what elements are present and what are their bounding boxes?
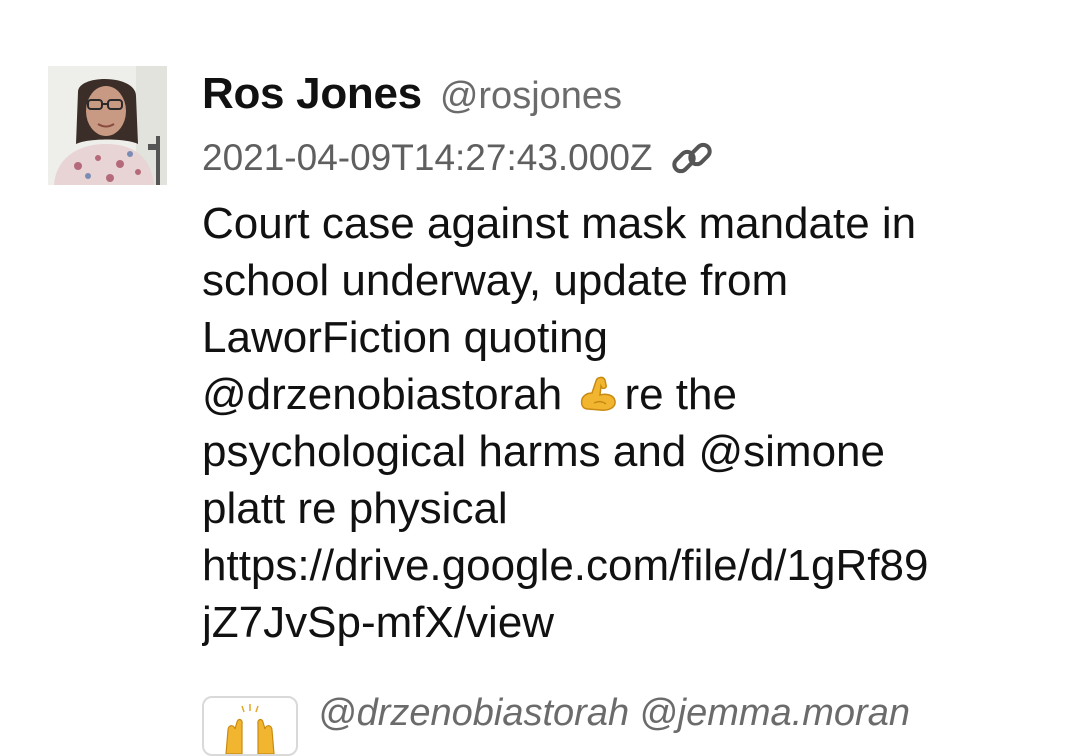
flexed-biceps-icon	[576, 371, 620, 415]
reply-preview[interactable]: @drzenobiastorah @jemma.moran	[202, 692, 1080, 756]
avatar[interactable]	[48, 66, 167, 185]
post-content: Ros Jones @rosjones 2021-04-09T14:27:43.…	[202, 66, 1080, 651]
reply-avatar[interactable]	[202, 696, 298, 756]
post-body-text: re the	[624, 370, 737, 419]
post-meta: 2021-04-09T14:27:43.000Z	[202, 129, 1080, 187]
post-body-line: LaworFiction quoting	[202, 313, 609, 362]
post-body: Court case against mask mandate in schoo…	[202, 195, 1080, 651]
post-body-line: Court case against mask mandate in	[202, 199, 917, 248]
reply-mention[interactable]: @jemma.moran	[639, 692, 910, 734]
reply-mentions: @drzenobiastorah @jemma.moran	[318, 692, 910, 735]
post-body-line: school underway, update from	[202, 256, 789, 305]
author-display-name[interactable]: Ros Jones	[202, 69, 422, 119]
post-body-line: psychological harms and @simone	[202, 427, 885, 476]
post-body-link[interactable]: https://drive.google.com/file/d/1gRf89	[202, 537, 1080, 594]
post-header: Ros Jones @rosjones	[202, 66, 1080, 129]
mention-link[interactable]: @drzenobiastorah	[202, 370, 562, 419]
post: Ros Jones @rosjones 2021-04-09T14:27:43.…	[48, 66, 1080, 756]
reply-mention[interactable]: @drzenobiastorah	[318, 692, 629, 734]
post-timestamp: 2021-04-09T14:27:43.000Z	[202, 137, 653, 178]
raising-hands-icon	[225, 704, 275, 754]
post-body-line: platt re physical	[202, 484, 508, 533]
post-body-link[interactable]: jZ7JvSp-mfX/view	[202, 594, 1080, 651]
post-body-line-mention: @drzenobiastorah re the	[202, 366, 1080, 423]
avatar-photo	[48, 66, 167, 185]
link-icon[interactable]	[669, 135, 715, 181]
author-handle[interactable]: @rosjones	[440, 75, 622, 118]
